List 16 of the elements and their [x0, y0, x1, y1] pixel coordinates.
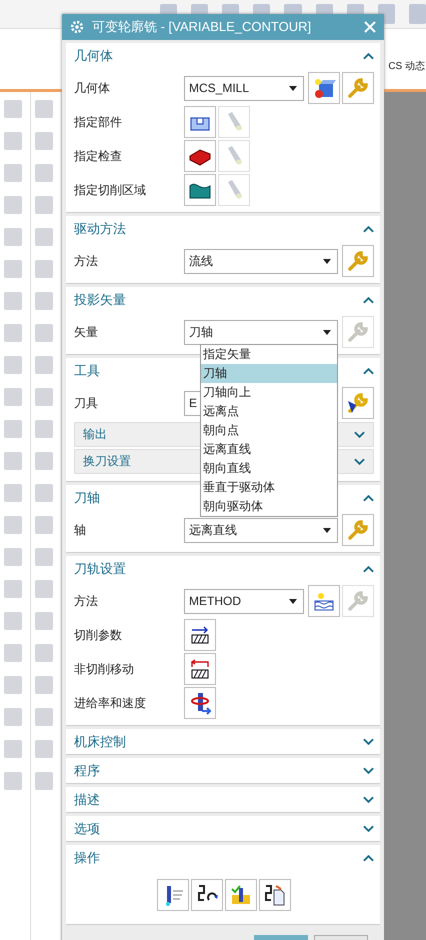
- subsection-title: 输出: [83, 426, 107, 443]
- field-label: 刀具: [74, 394, 99, 412]
- field-label: 矢量: [74, 324, 99, 340]
- field-label: 方法: [74, 252, 99, 270]
- field-label: 进给率和速度: [74, 694, 147, 712]
- field-label: 指定检查: [74, 148, 123, 164]
- field-label: 非切削移动: [74, 660, 135, 678]
- subsection-title: 换刀设置: [83, 453, 131, 470]
- field-label: 切削参数: [74, 626, 123, 644]
- field-label: 方法: [74, 592, 99, 610]
- field-label: 轴: [74, 522, 87, 538]
- field-label: 指定部件: [74, 114, 123, 130]
- field-label: 指定切削区域: [74, 182, 147, 198]
- ribbon-label: CS 动态: [388, 60, 425, 73]
- field-label: 几何体: [74, 80, 111, 96]
- window-title: 可变轮廓铣 - [VARIABLE_CONTOUR]: [92, 18, 312, 36]
